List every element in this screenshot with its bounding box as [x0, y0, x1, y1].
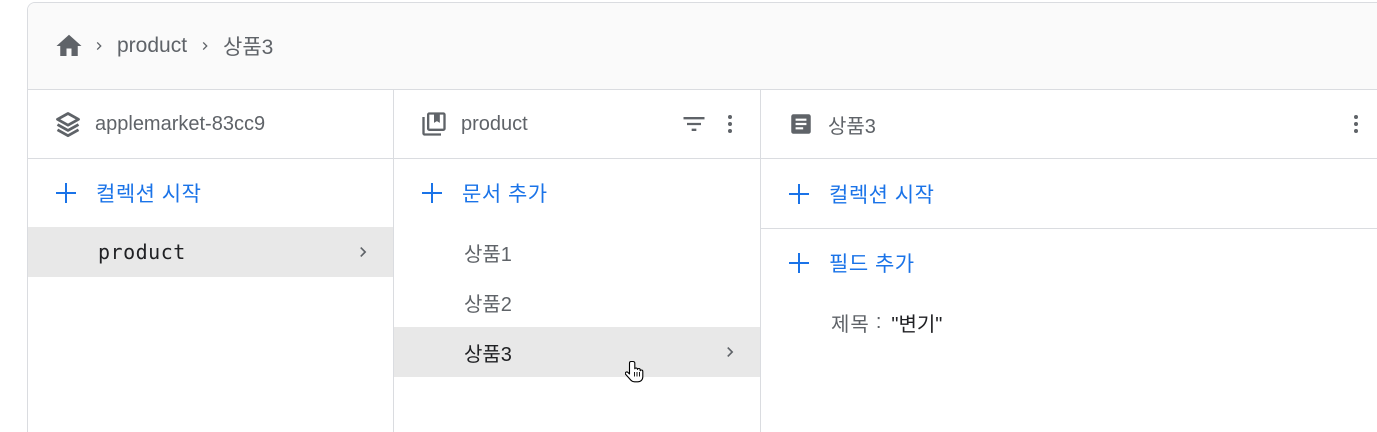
breadcrumb: product 상품3 — [28, 3, 1377, 90]
more-options-button[interactable] — [1338, 106, 1374, 142]
start-subcollection-label: 컬렉션 시작 — [829, 183, 935, 207]
firestore-stack-icon — [53, 109, 83, 139]
document-item[interactable]: 상품3 — [394, 327, 760, 377]
document-panel: 상품3 컬렉션 시작 필드 추가 제목 : "변기" — [761, 90, 1377, 432]
document-panel-header: 상품3 — [761, 90, 1377, 159]
collection-title: product — [461, 112, 528, 135]
chevron-right-icon — [191, 30, 219, 62]
more-vert-icon — [1354, 115, 1358, 133]
more-vert-icon — [728, 115, 732, 133]
breadcrumb-item-collection[interactable]: product — [113, 34, 191, 58]
collection-panel-header: product — [394, 90, 760, 159]
add-field-label: 필드 추가 — [829, 253, 915, 276]
plus-icon — [418, 179, 446, 207]
collection-item-label: product — [98, 240, 186, 264]
add-field-button[interactable]: 필드 추가 — [761, 229, 1377, 297]
collection-item-product[interactable]: product — [28, 227, 393, 277]
field-separator: : — [875, 310, 882, 333]
root-panel-header: applemarket-83cc9 — [28, 90, 393, 159]
field-key: 제목 — [831, 313, 870, 336]
chevron-right-icon — [353, 240, 373, 264]
document-item[interactable]: 상품1 — [394, 227, 760, 277]
document-item-label: 상품1 — [464, 243, 512, 266]
chevron-right-icon — [720, 340, 740, 364]
root-panel: applemarket-83cc9 컬렉션 시작 product — [28, 90, 394, 432]
document-item-label: 상품3 — [464, 343, 512, 366]
start-collection-button[interactable]: 컬렉션 시작 — [28, 159, 393, 227]
field-value: "변기" — [891, 313, 943, 336]
plus-icon — [52, 179, 80, 207]
collection-icon — [419, 109, 449, 139]
firestore-data-viewer: product 상품3 applemarket-83cc9 컬렉션 시작 pro… — [27, 2, 1377, 432]
field-row[interactable]: 제목 : "변기" — [761, 297, 1377, 347]
plus-icon — [785, 249, 813, 277]
home-icon[interactable] — [53, 30, 85, 62]
document-item-label: 상품2 — [464, 293, 512, 316]
add-document-label: 문서 추가 — [462, 183, 548, 206]
document-icon — [786, 109, 816, 139]
document-item[interactable]: 상품2 — [394, 277, 760, 327]
start-subcollection-button[interactable]: 컬렉션 시작 — [761, 159, 1377, 229]
project-title: applemarket-83cc9 — [95, 112, 266, 135]
panels-container: applemarket-83cc9 컬렉션 시작 product product… — [28, 90, 1377, 432]
more-options-button[interactable] — [712, 106, 748, 142]
add-document-button[interactable]: 문서 추가 — [394, 159, 760, 227]
chevron-right-icon — [85, 30, 113, 62]
breadcrumb-item-document: 상품3 — [223, 36, 274, 59]
filter-button[interactable] — [676, 106, 712, 142]
filter-icon — [683, 117, 705, 131]
plus-icon — [785, 180, 813, 208]
document-title: 상품3 — [828, 115, 876, 138]
start-collection-label: 컬렉션 시작 — [96, 183, 202, 206]
collection-panel: product 문서 추가 상품1 상품2 상품3 — [394, 90, 761, 432]
